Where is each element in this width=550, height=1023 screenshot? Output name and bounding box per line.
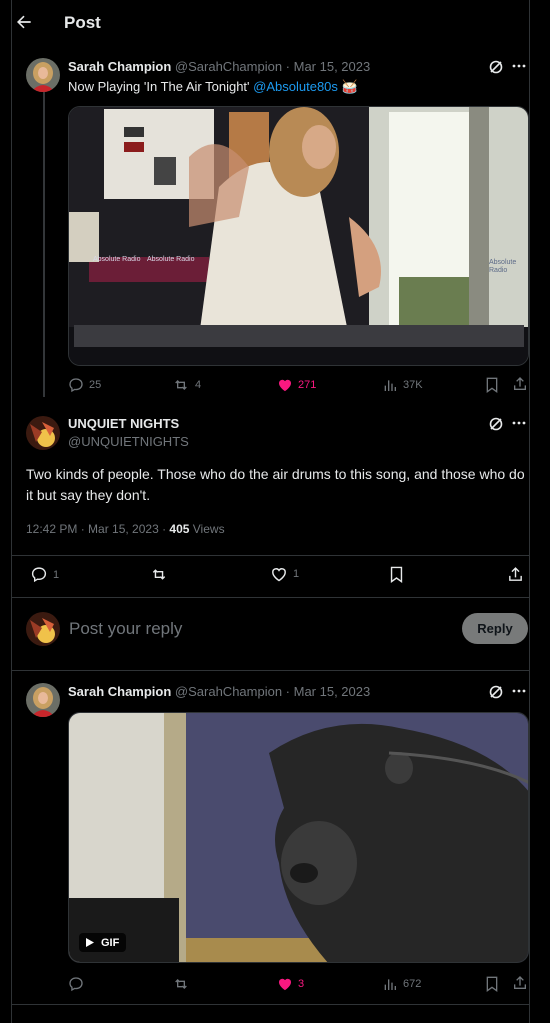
share-icon[interactable] — [512, 975, 528, 996]
post-timestamp[interactable]: 12:42 PM · Mar 15, 2023 · — [26, 522, 169, 536]
page-title: Post — [64, 13, 101, 32]
author-name[interactable]: UNQUIET NIGHTS — [68, 416, 179, 431]
video-player[interactable]: Absolute Radio Absolute Radio Absolute R… — [68, 106, 529, 366]
divider — [12, 555, 529, 556]
mention-link[interactable]: @Absolute80s — [253, 79, 338, 94]
reply-button[interactable]: Reply — [462, 613, 528, 644]
thread-connector — [43, 92, 45, 397]
repost-count: 4 — [195, 379, 202, 391]
more-icon[interactable] — [512, 683, 526, 704]
play-icon — [86, 938, 94, 947]
bookmark-icon[interactable] — [485, 377, 499, 398]
author-name[interactable]: Sarah Champion — [68, 59, 171, 74]
gif-badge: GIF — [79, 933, 127, 952]
views-label: Views — [189, 522, 225, 536]
author-handle[interactable]: @UNQUIETNIGHTS — [68, 434, 189, 449]
gif-media[interactable]: GIF — [68, 712, 529, 963]
divider — [12, 1004, 529, 1005]
post-text-body: Now Playing 'In The Air Tonight' — [68, 79, 254, 94]
author-name[interactable]: Sarah Champion — [68, 684, 171, 699]
like-button[interactable]: 3 — [277, 976, 304, 991]
gif-label: GIF — [101, 936, 120, 949]
author-handle-date[interactable]: @SarahChampion · Mar 15, 2023 — [175, 684, 370, 699]
more-icon[interactable] — [512, 415, 526, 436]
views-count: 37K — [403, 379, 423, 391]
views-count: 672 — [403, 978, 422, 990]
reply-button[interactable]: 25 — [68, 377, 101, 393]
post-text: Two kinds of people. Those who do the ai… — [26, 466, 525, 503]
grok-icon[interactable] — [488, 684, 504, 705]
bookmark-icon[interactable] — [389, 566, 404, 588]
like-count: 3 — [298, 977, 305, 990]
reply-count: 1 — [53, 568, 60, 581]
divider — [12, 670, 529, 671]
views-button[interactable]: 37K — [382, 377, 423, 393]
share-icon[interactable] — [512, 376, 528, 397]
media-label: Absolute Radio — [489, 259, 517, 274]
post-meta: 12:42 PM · Mar 15, 2023 · 405 Views — [26, 522, 225, 536]
avatar — [26, 612, 60, 646]
reply-input[interactable]: Post your reply — [69, 619, 182, 639]
post-author-line: Sarah Champion @SarahChampion · Mar 15, … — [68, 59, 370, 74]
media-label: Absolute Radio — [147, 256, 195, 263]
grok-icon[interactable] — [488, 416, 504, 437]
avatar[interactable] — [26, 416, 60, 450]
repost-button[interactable]: 4 — [172, 377, 201, 393]
views-number: 405 — [169, 522, 190, 536]
grok-icon[interactable] — [488, 59, 504, 80]
divider — [12, 597, 529, 598]
author-handle-date[interactable]: @SarahChampion · Mar 15, 2023 — [175, 59, 370, 74]
more-icon[interactable] — [512, 58, 526, 79]
repost-icon[interactable] — [149, 566, 169, 588]
like-button[interactable]: 271 — [277, 377, 316, 392]
avatar[interactable] — [26, 58, 60, 92]
avatar[interactable] — [26, 683, 60, 717]
reply-icon[interactable] — [68, 976, 84, 997]
reply-count: 25 — [89, 379, 102, 391]
share-icon[interactable] — [507, 566, 524, 588]
media-label: Absolute Radio — [93, 256, 141, 263]
post-author-line: Sarah Champion @SarahChampion · Mar 15, … — [68, 684, 370, 699]
views-button[interactable]: 672 — [382, 976, 421, 992]
reply-button[interactable]: 1 — [30, 566, 59, 583]
bookmark-icon[interactable] — [485, 976, 499, 997]
drum-emoji: 🥁 — [341, 79, 358, 94]
back-arrow-icon[interactable] — [14, 12, 38, 34]
like-button[interactable]: 1 — [270, 566, 299, 582]
repost-icon[interactable] — [172, 976, 190, 997]
like-count: 271 — [298, 378, 317, 391]
like-count: 1 — [293, 568, 300, 580]
post-text: Now Playing 'In The Air Tonight' @Absolu… — [68, 79, 358, 95]
